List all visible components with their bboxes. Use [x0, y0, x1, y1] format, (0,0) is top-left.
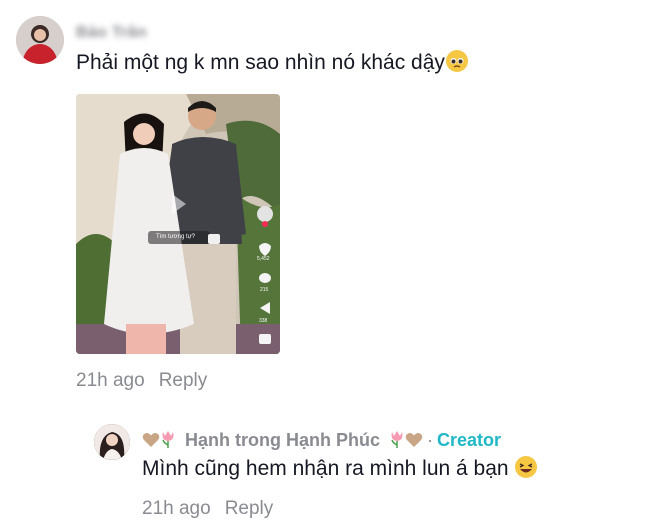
reply-text-body: Mình cũng hem nhận ra mình lun á bạn: [142, 457, 509, 480]
reply-text: Mình cũng hem nhận ra mình lun á bạn: [142, 456, 538, 481]
tulip-icon-right: [389, 430, 405, 453]
beige-heart-icon-right: [405, 432, 423, 453]
comment-count: 215: [260, 287, 269, 293]
video-caption-overlay[interactable]: Tìm tương tự?: [156, 234, 195, 240]
reply-meta: 21h ago Reply: [142, 498, 273, 520]
separator-dot: ·: [427, 430, 434, 450]
comment-text-body: Phải một ng k mn sao nhìn nó khác dậy: [76, 51, 445, 74]
like-count: 5,452: [257, 256, 270, 262]
creator-name-row: Hạnh trong Hạnh Phúc · Creator: [142, 430, 501, 453]
creator-avatar[interactable]: [94, 424, 130, 460]
share-count: 338: [259, 318, 268, 324]
laughing-face-emoji-icon: [515, 456, 538, 478]
pleading-face-emoji-icon: [445, 50, 468, 72]
attached-video-thumbnail[interactable]: Tìm tương tự? 5,452 215 338: [76, 94, 280, 354]
commenter-username[interactable]: Bảo Trân: [76, 24, 147, 42]
comment-meta: 21h ago Reply: [76, 370, 207, 392]
creator-name[interactable]: Hạnh trong Hạnh Phúc: [185, 430, 380, 450]
creator-badge: Creator: [437, 430, 502, 450]
commenter-avatar[interactable]: [16, 16, 64, 64]
reply-button[interactable]: Reply: [159, 370, 208, 391]
beige-heart-icon: [142, 432, 160, 453]
reply-to-reply-button[interactable]: Reply: [225, 498, 274, 519]
tulip-icon: [160, 430, 176, 453]
comment-text: Phải một ng k mn sao nhìn nó khác dậy: [76, 50, 468, 75]
reply-timestamp: 21h ago: [142, 498, 211, 519]
comment-timestamp: 21h ago: [76, 370, 145, 391]
